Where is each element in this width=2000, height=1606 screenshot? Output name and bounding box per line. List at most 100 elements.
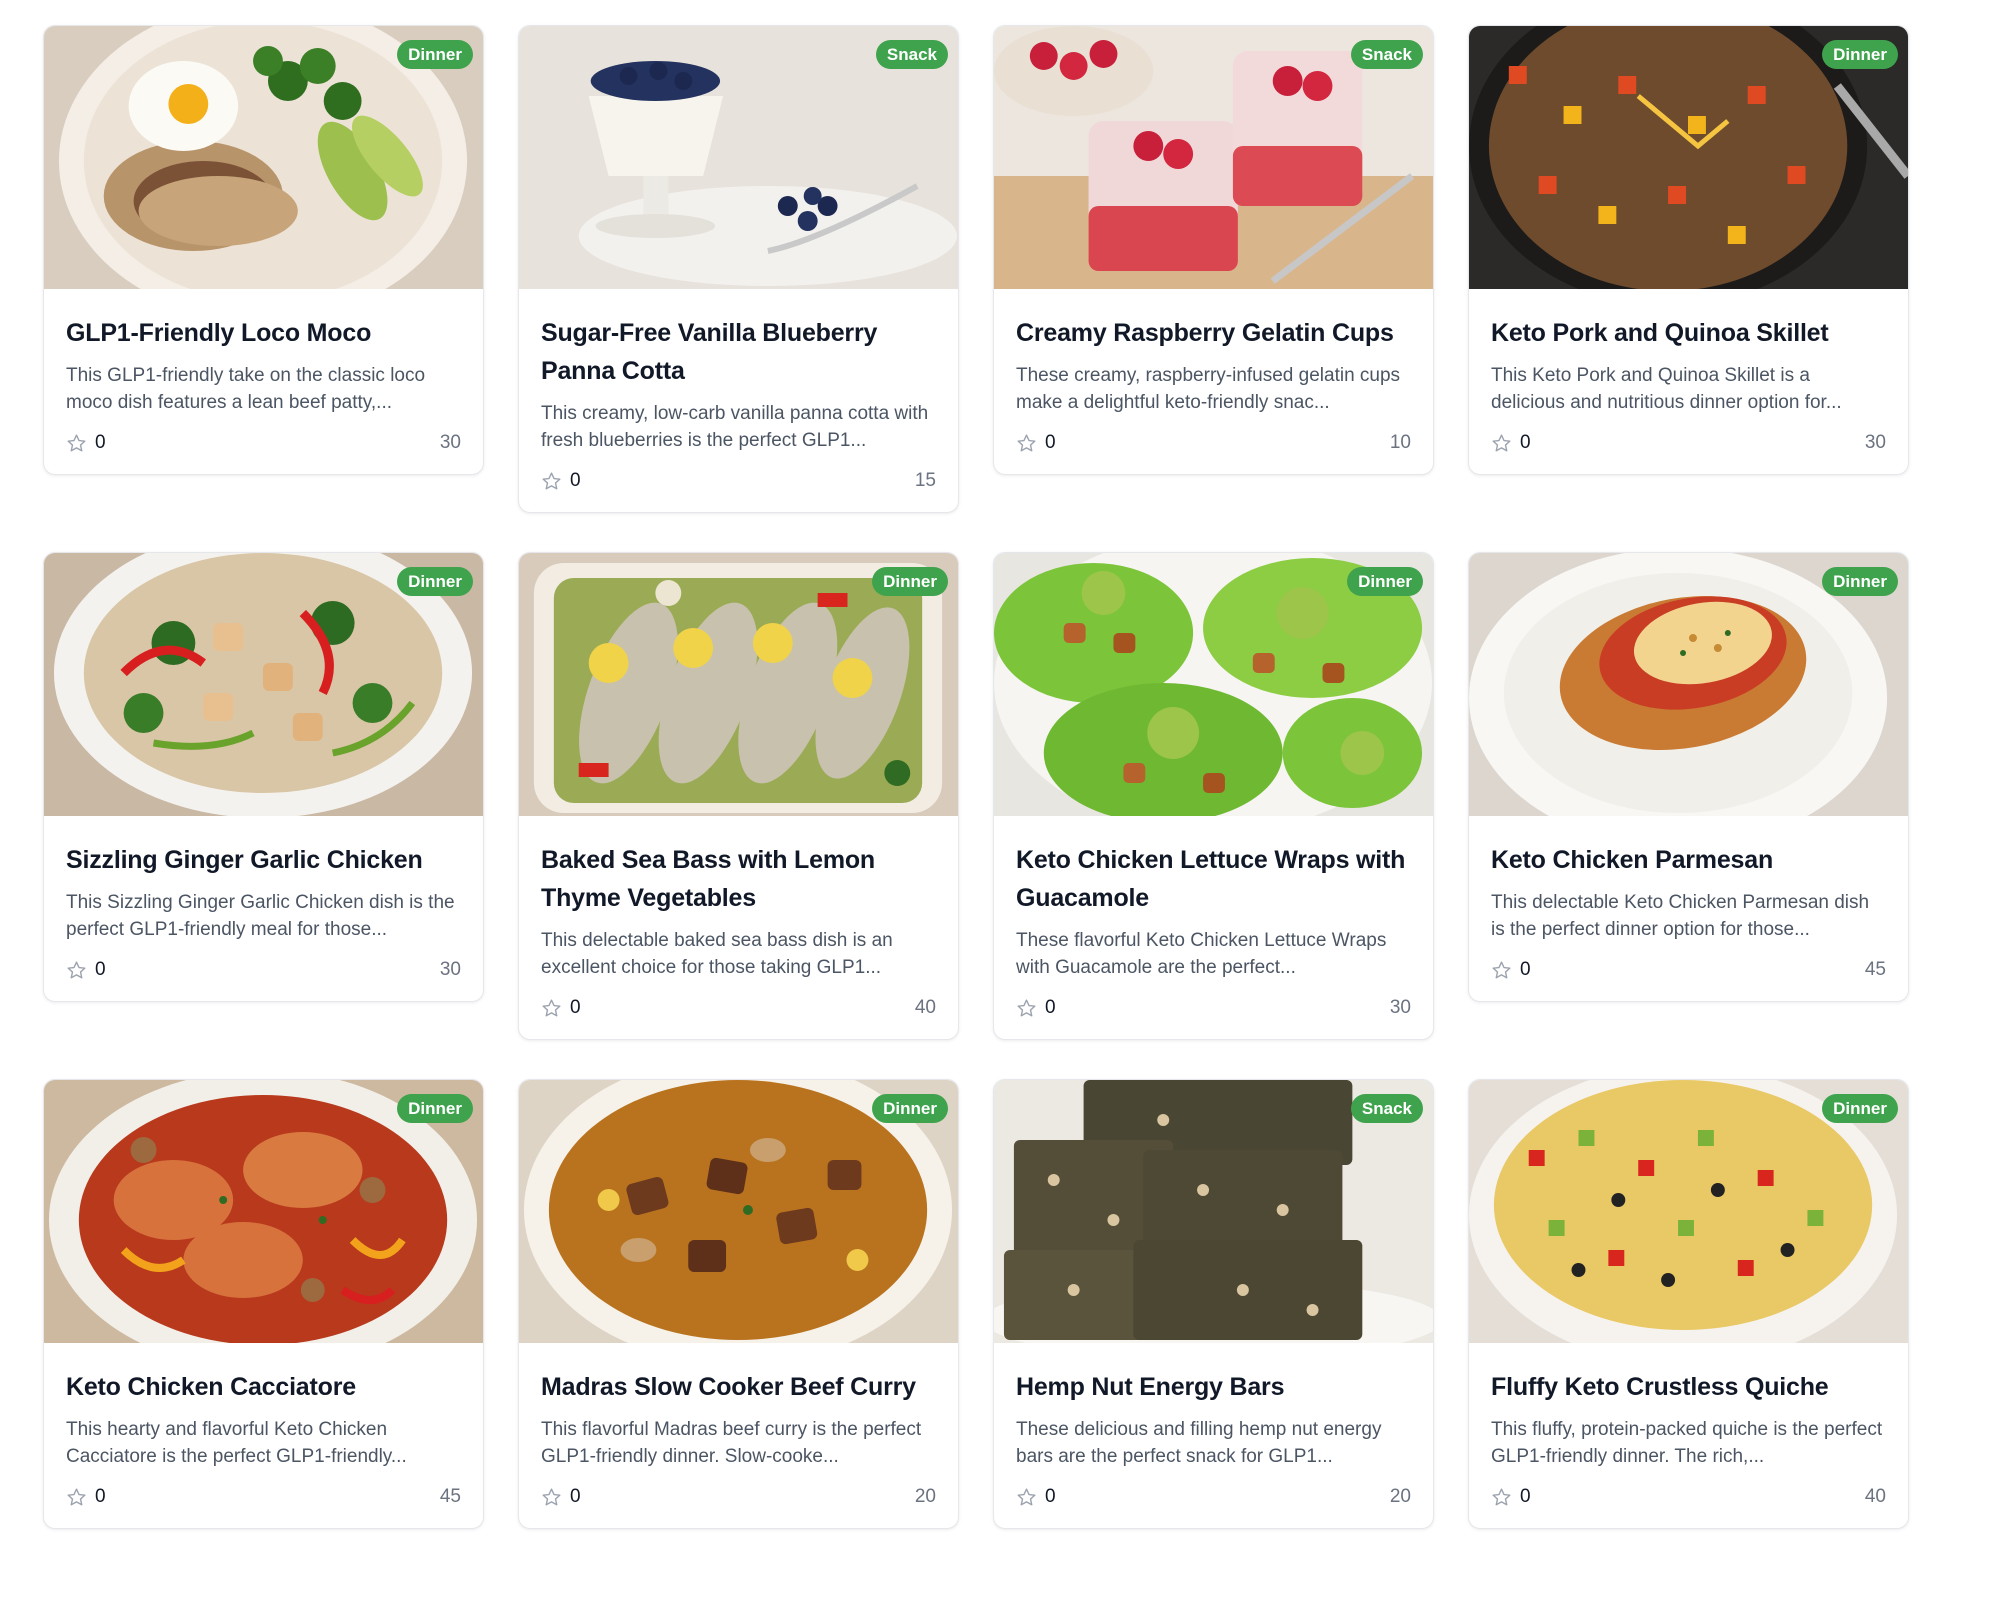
recipe-image: Dinner bbox=[44, 26, 483, 289]
category-badge: Dinner bbox=[1347, 567, 1423, 596]
category-badge: Dinner bbox=[397, 40, 473, 69]
star-outline-icon[interactable] bbox=[541, 1487, 562, 1508]
rating[interactable]: 0 bbox=[66, 1486, 106, 1508]
recipe-title[interactable]: Keto Chicken Cacciatore bbox=[66, 1368, 461, 1406]
category-badge: Dinner bbox=[1822, 567, 1898, 596]
rating[interactable]: 0 bbox=[541, 1486, 581, 1508]
recipe-title[interactable]: Creamy Raspberry Gelatin Cups bbox=[1016, 314, 1411, 352]
recipe-title[interactable]: Sizzling Ginger Garlic Chicken bbox=[66, 841, 461, 879]
recipe-title[interactable]: GLP1-Friendly Loco Moco bbox=[66, 314, 461, 352]
recipe-card[interactable]: Dinner Madras Slow Cooker Beef Curry Thi… bbox=[518, 1079, 959, 1529]
recipe-card[interactable]: Snack Creamy Raspberry Gelatin Cups Thes… bbox=[993, 25, 1434, 475]
recipe-grid: Dinner GLP1-Friendly Loco Moco This GLP1… bbox=[43, 25, 1909, 1606]
rating[interactable]: 0 bbox=[1491, 1486, 1531, 1508]
recipe-card[interactable]: Dinner Keto Chicken Lettuce Wraps with G… bbox=[993, 552, 1434, 1040]
star-outline-icon[interactable] bbox=[66, 960, 87, 981]
star-outline-icon[interactable] bbox=[541, 998, 562, 1019]
category-badge: Dinner bbox=[1822, 1094, 1898, 1123]
recipe-image: Dinner bbox=[519, 553, 958, 816]
rating[interactable]: 0 bbox=[66, 959, 106, 981]
star-outline-icon[interactable] bbox=[1016, 998, 1037, 1019]
rating-count: 0 bbox=[1520, 1486, 1531, 1507]
recipe-image: Snack bbox=[994, 26, 1433, 289]
recipe-description: This delectable baked sea bass dish is a… bbox=[541, 930, 893, 978]
rating-count: 0 bbox=[1520, 432, 1531, 453]
recipe-image: Dinner bbox=[1469, 553, 1908, 816]
star-outline-icon[interactable] bbox=[1491, 960, 1512, 981]
star-outline-icon[interactable] bbox=[1491, 433, 1512, 454]
star-outline-icon[interactable] bbox=[541, 471, 562, 492]
recipe-card[interactable]: Snack Sugar-Free Vanilla Blueberry Panna… bbox=[518, 25, 959, 513]
recipe-title[interactable]: Hemp Nut Energy Bars bbox=[1016, 1368, 1411, 1406]
category-badge: Snack bbox=[875, 40, 948, 69]
cook-time: 20 bbox=[1389, 1486, 1411, 1507]
rating-count: 0 bbox=[95, 1486, 106, 1507]
rating[interactable]: 0 bbox=[66, 432, 106, 454]
star-outline-icon[interactable] bbox=[1491, 1487, 1512, 1508]
recipe-image: Snack bbox=[994, 1080, 1433, 1343]
recipe-card[interactable]: Dinner Keto Chicken Parmesan This delect… bbox=[1468, 552, 1909, 1002]
rating-count: 0 bbox=[570, 997, 581, 1018]
rating-count: 0 bbox=[95, 432, 106, 453]
category-badge: Dinner bbox=[397, 1094, 473, 1123]
cook-time: 45 bbox=[439, 1486, 461, 1507]
cook-time: 10 bbox=[1389, 432, 1411, 453]
cook-time: 20 bbox=[914, 1486, 936, 1507]
recipe-card[interactable]: Snack Hemp Nut Energy Bars These delicio… bbox=[993, 1079, 1434, 1529]
rating[interactable]: 0 bbox=[1016, 997, 1056, 1019]
rating-count: 0 bbox=[1045, 432, 1056, 453]
recipe-description: These creamy, raspberry-infused gelatin … bbox=[1016, 365, 1401, 413]
rating[interactable]: 0 bbox=[1016, 1486, 1056, 1508]
recipe-title[interactable]: Keto Chicken Parmesan bbox=[1491, 841, 1886, 879]
cook-time: 30 bbox=[1389, 997, 1411, 1018]
recipe-title[interactable]: Keto Chicken Lettuce Wraps with Guacamol… bbox=[1016, 841, 1411, 917]
cook-time: 40 bbox=[1864, 1486, 1886, 1507]
category-badge: Dinner bbox=[872, 1094, 948, 1123]
category-badge: Dinner bbox=[1822, 40, 1898, 69]
recipe-description: This flavorful Madras beef curry is the … bbox=[541, 1419, 922, 1467]
recipe-card[interactable]: Dinner Keto Pork and Quinoa Skillet This… bbox=[1468, 25, 1909, 475]
recipe-description: This delectable Keto Chicken Parmesan di… bbox=[1491, 892, 1870, 940]
recipe-card[interactable]: Dinner Fluffy Keto Crustless Quiche This… bbox=[1468, 1079, 1909, 1529]
star-outline-icon[interactable] bbox=[66, 1487, 87, 1508]
star-outline-icon[interactable] bbox=[1016, 433, 1037, 454]
star-outline-icon[interactable] bbox=[1016, 1487, 1037, 1508]
recipe-card[interactable]: Dinner Keto Chicken Cacciatore This hear… bbox=[43, 1079, 484, 1529]
recipe-card[interactable]: Dinner Sizzling Ginger Garlic Chicken Th… bbox=[43, 552, 484, 1002]
category-badge: Dinner bbox=[397, 567, 473, 596]
rating-count: 0 bbox=[1045, 997, 1056, 1018]
rating-count: 0 bbox=[1045, 1486, 1056, 1507]
rating[interactable]: 0 bbox=[1016, 432, 1056, 454]
star-outline-icon[interactable] bbox=[66, 433, 87, 454]
recipe-description: This hearty and flavorful Keto Chicken C… bbox=[66, 1419, 407, 1467]
rating[interactable]: 0 bbox=[541, 997, 581, 1019]
rating-count: 0 bbox=[570, 470, 581, 491]
recipe-description: These flavorful Keto Chicken Lettuce Wra… bbox=[1016, 930, 1387, 978]
rating[interactable]: 0 bbox=[1491, 959, 1531, 981]
cook-time: 30 bbox=[439, 959, 461, 980]
recipe-title[interactable]: Madras Slow Cooker Beef Curry bbox=[541, 1368, 936, 1406]
rating-count: 0 bbox=[1520, 959, 1531, 980]
recipe-card[interactable]: Dinner GLP1-Friendly Loco Moco This GLP1… bbox=[43, 25, 484, 475]
recipe-title[interactable]: Keto Pork and Quinoa Skillet bbox=[1491, 314, 1886, 352]
recipe-description: This creamy, low-carb vanilla panna cott… bbox=[541, 403, 929, 451]
cook-time: 45 bbox=[1864, 959, 1886, 980]
recipe-description: This Keto Pork and Quinoa Skillet is a d… bbox=[1491, 365, 1842, 413]
rating-count: 0 bbox=[95, 959, 106, 980]
rating[interactable]: 0 bbox=[541, 470, 581, 492]
recipe-image: Dinner bbox=[44, 553, 483, 816]
recipe-title[interactable]: Baked Sea Bass with Lemon Thyme Vegetabl… bbox=[541, 841, 936, 917]
rating[interactable]: 0 bbox=[1491, 432, 1531, 454]
category-badge: Snack bbox=[1350, 40, 1423, 69]
cook-time: 40 bbox=[914, 997, 936, 1018]
recipe-card[interactable]: Dinner Baked Sea Bass with Lemon Thyme V… bbox=[518, 552, 959, 1040]
category-badge: Snack bbox=[1350, 1094, 1423, 1123]
recipe-title[interactable]: Sugar-Free Vanilla Blueberry Panna Cotta bbox=[541, 314, 936, 390]
recipe-image: Dinner bbox=[44, 1080, 483, 1343]
recipe-image: Dinner bbox=[519, 1080, 958, 1343]
recipe-description: This GLP1-friendly take on the classic l… bbox=[66, 365, 426, 413]
recipe-image: Dinner bbox=[994, 553, 1433, 816]
cook-time: 30 bbox=[1864, 432, 1886, 453]
recipe-title[interactable]: Fluffy Keto Crustless Quiche bbox=[1491, 1368, 1886, 1406]
recipe-description: These delicious and filling hemp nut ene… bbox=[1016, 1419, 1382, 1467]
